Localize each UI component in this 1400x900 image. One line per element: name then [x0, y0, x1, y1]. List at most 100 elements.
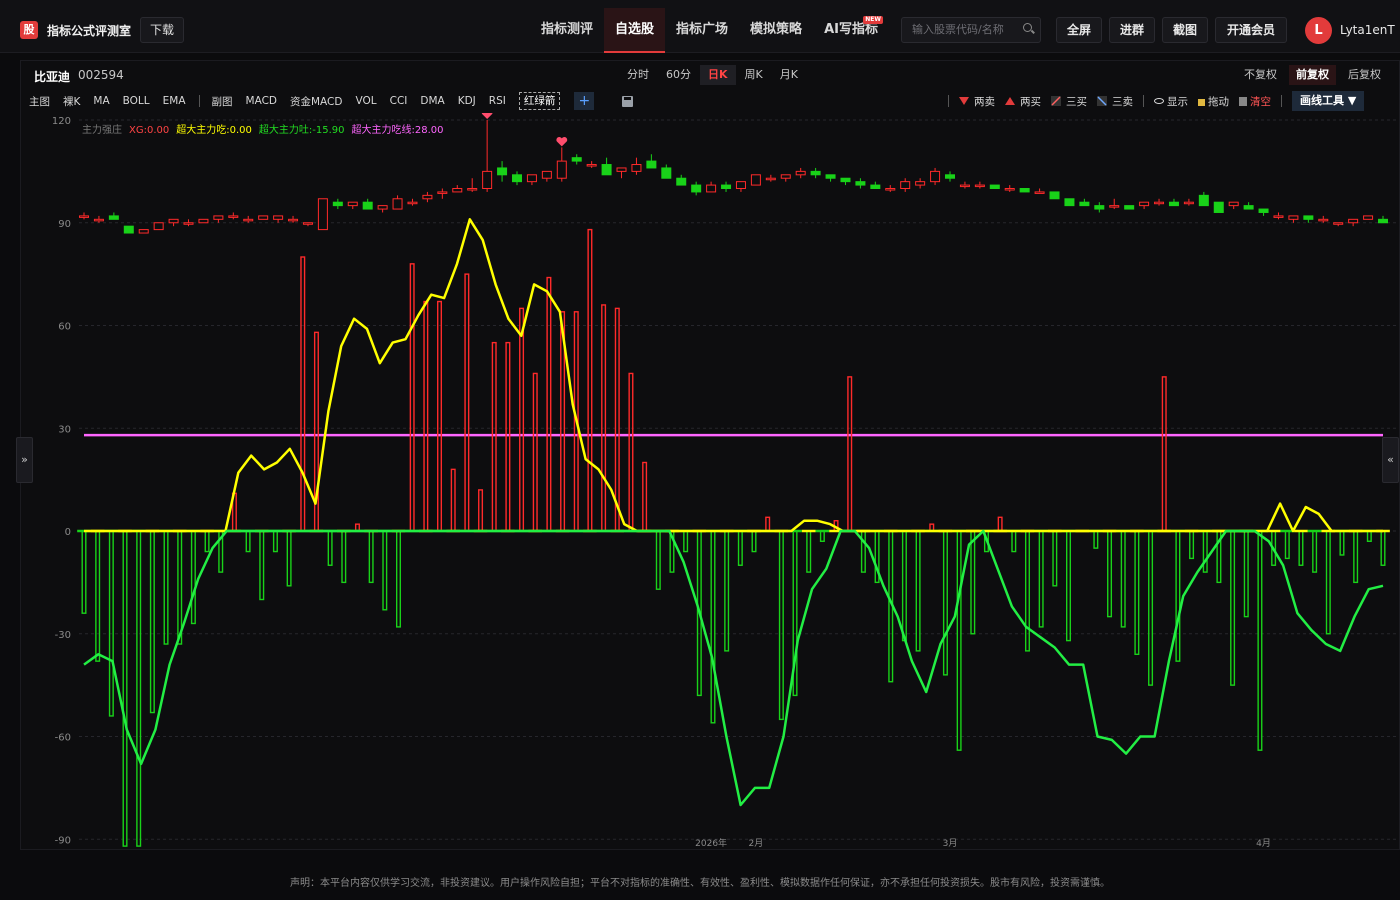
- tab-intraday[interactable]: 分时: [619, 65, 657, 85]
- candle-body: [123, 225, 134, 234]
- candle-body: [213, 215, 224, 220]
- divider: [1143, 95, 1144, 107]
- tab-forward-adjust[interactable]: 前复权: [1289, 65, 1336, 85]
- three-sell-tool[interactable]: 三卖: [1097, 94, 1133, 109]
- indicator-dma[interactable]: DMA: [420, 95, 444, 107]
- candle-body: [512, 174, 522, 183]
- indicator-cci[interactable]: CCI: [390, 95, 408, 107]
- candle-body: [332, 201, 343, 207]
- right-collapse-toggle[interactable]: «: [1382, 437, 1399, 483]
- heart-marker-icon: [556, 136, 568, 147]
- green-bar: [1312, 530, 1318, 573]
- divider: [198, 95, 200, 107]
- red-bar: [505, 341, 511, 532]
- green-bar: [1024, 530, 1030, 652]
- indicator-vol[interactable]: VOL: [355, 95, 376, 107]
- three-buy-tool[interactable]: 三买: [1051, 94, 1087, 109]
- tab-60min[interactable]: 60分: [658, 65, 699, 85]
- green-bar: [149, 530, 155, 714]
- candle-body: [900, 181, 911, 190]
- candle-body: [138, 229, 149, 234]
- candle-body: [1079, 201, 1090, 207]
- candle-body: [93, 218, 104, 222]
- left-collapse-toggle[interactable]: »: [16, 437, 33, 483]
- nav-item-indicator-plaza[interactable]: 指标广场: [665, 8, 739, 53]
- candle-body: [661, 167, 672, 179]
- candle-body: [407, 201, 418, 205]
- two-buy-tool[interactable]: 两买: [1005, 94, 1041, 109]
- drag-toggle[interactable]: 拖动: [1198, 94, 1229, 109]
- trend-down-icon: [1097, 96, 1107, 106]
- candle-body: [1049, 191, 1060, 200]
- join-group-button[interactable]: 进群: [1109, 17, 1155, 43]
- green-bar: [1011, 530, 1017, 553]
- tab-backward-adjust[interactable]: 后复权: [1341, 65, 1388, 85]
- green-bar: [1298, 530, 1304, 566]
- red-bar: [765, 516, 771, 532]
- indicator-kdj[interactable]: KDJ: [458, 95, 476, 107]
- indicator-sub-chart[interactable]: 副图: [212, 94, 233, 109]
- indicator-ema[interactable]: EMA: [163, 95, 186, 107]
- green-bar: [1284, 530, 1290, 560]
- y-tick-label: 0: [65, 527, 71, 538]
- download-button[interactable]: 下载: [140, 17, 184, 43]
- candle-body: [497, 167, 508, 176]
- candle-body: [1273, 215, 1284, 218]
- two-sell-tool[interactable]: 两卖: [959, 94, 995, 109]
- top-bar: 股 指标公式评测室 下载 指标测评 自选股 指标广场 模拟策略 AI写指标 NEW…: [0, 0, 1400, 53]
- chart-area[interactable]: 120 90 60 30 0 -30 -60 -90 主力强庄 XG:0.00 超大主力吃:0.00…: [21, 109, 1399, 849]
- candle-body: [108, 215, 119, 220]
- username[interactable]: Lyta1enT: [1340, 23, 1395, 37]
- nav-item-ai-indicator[interactable]: AI写指标 NEW: [813, 8, 889, 53]
- screenshot-button[interactable]: 截图: [1162, 17, 1208, 43]
- candle-body: [1198, 194, 1209, 207]
- red-bar: [409, 263, 415, 532]
- candle-body: [915, 181, 926, 186]
- candle-body: [228, 215, 239, 218]
- green-bar: [710, 530, 716, 724]
- green-bar: [122, 530, 128, 847]
- candle-body: [930, 170, 941, 183]
- indicator-naked-k[interactable]: 裸K: [63, 94, 80, 109]
- green-bar: [327, 530, 333, 566]
- candle-body: [302, 222, 313, 225]
- indicator-rsi[interactable]: RSI: [489, 95, 506, 107]
- candle-body: [1034, 191, 1045, 194]
- indicator-ma[interactable]: MA: [93, 95, 109, 107]
- avatar[interactable]: L: [1305, 17, 1332, 44]
- add-indicator-button[interactable]: +: [574, 92, 595, 110]
- tab-no-adjust[interactable]: 不复权: [1237, 65, 1284, 85]
- nav-item-watchlist[interactable]: 自选股: [604, 8, 666, 53]
- nav-item-indicator-review[interactable]: 指标测评: [530, 8, 604, 53]
- indicator-macd[interactable]: MACD: [246, 95, 277, 107]
- tab-daily[interactable]: 日K: [700, 65, 736, 85]
- red-bar: [532, 372, 538, 532]
- fullscreen-button[interactable]: 全屏: [1056, 17, 1102, 43]
- nav-item-simulated-strategy[interactable]: 模拟策略: [739, 8, 813, 53]
- stock-search-input[interactable]: 输入股票代码/名称: [901, 17, 1041, 43]
- green-bar: [1120, 530, 1126, 628]
- red-bar: [1161, 376, 1167, 532]
- red-bar: [423, 300, 429, 532]
- candle-body: [317, 198, 328, 231]
- candle-body: [437, 191, 448, 194]
- indicator-main-chart[interactable]: 主图: [29, 94, 50, 109]
- stock-name: 比亚迪: [34, 70, 71, 84]
- draw-tools-dropdown[interactable]: 画线工具 ▼: [1292, 91, 1365, 111]
- indicator-boll[interactable]: BOLL: [123, 95, 150, 107]
- green-bar: [751, 530, 757, 553]
- indicator-fund-macd[interactable]: 资金MACD: [290, 94, 342, 109]
- save-icon[interactable]: [622, 95, 634, 107]
- green-bar: [1230, 530, 1236, 686]
- open-vip-button[interactable]: 开通会员: [1215, 17, 1287, 43]
- tab-weekly[interactable]: 周K: [737, 65, 771, 85]
- red-bar: [546, 276, 552, 532]
- candle-body: [1378, 218, 1388, 224]
- tab-monthly[interactable]: 月K: [772, 65, 806, 85]
- green-bar: [1093, 530, 1099, 549]
- kline-indicator-chart[interactable]: 120 90 60 30 0 -30 -60 -90 主力强庄 XG:0.00 超大主力吃:0.00…: [21, 109, 1399, 849]
- clear-button[interactable]: 清空: [1239, 94, 1271, 109]
- indicator-red-green-arrow[interactable]: 红绿箭: [518, 92, 561, 110]
- show-toggle[interactable]: 显示: [1154, 94, 1188, 109]
- candle-body: [780, 174, 791, 179]
